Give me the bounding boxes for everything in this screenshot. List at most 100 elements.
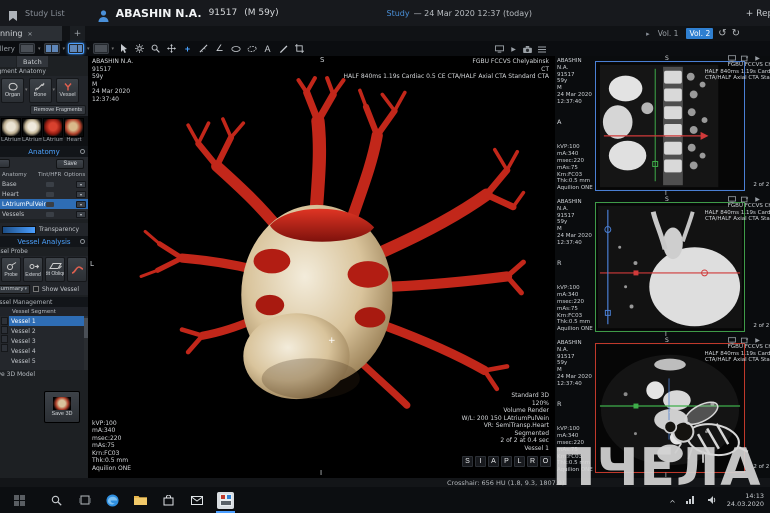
export-icon[interactable] bbox=[740, 336, 749, 344]
camera-icon[interactable] bbox=[523, 45, 532, 53]
vessel-segment-row[interactable]: Vessel 1 bbox=[9, 316, 84, 326]
vol-2-tab[interactable]: Vol. 2 bbox=[686, 28, 713, 39]
mail-icon[interactable] bbox=[189, 493, 204, 508]
dropdown-icon[interactable] bbox=[38, 46, 41, 52]
bone-button[interactable]: Bone bbox=[29, 78, 52, 103]
mpr-view-coronal[interactable]: ABASHIN N.A.9151759yM24 Mar 202012:37:40… bbox=[555, 197, 770, 337]
study-list-tab[interactable]: Study List bbox=[25, 9, 65, 18]
angle-tool-icon[interactable]: ∠ bbox=[213, 42, 226, 55]
transparency-slider[interactable] bbox=[2, 226, 36, 234]
pen-tool-icon[interactable] bbox=[277, 42, 290, 55]
redo-icon[interactable] bbox=[732, 28, 740, 39]
layout-1-plus-2-icon[interactable] bbox=[68, 43, 84, 54]
dropdown-icon[interactable] bbox=[87, 46, 90, 52]
active-app-icon[interactable] bbox=[217, 492, 234, 509]
anatomy-row[interactable]: Base bbox=[0, 179, 88, 189]
extend-button[interactable]: Extend bbox=[23, 257, 43, 282]
anatomy-row[interactable]: Vessels bbox=[0, 209, 88, 219]
crosshair-marker[interactable]: + bbox=[328, 336, 336, 346]
anatomy-aux-button[interactable] bbox=[0, 159, 10, 168]
vessel-segment-row[interactable]: Vessel 5 bbox=[9, 356, 84, 366]
file-explorer-icon[interactable] bbox=[133, 493, 148, 508]
options-dropdown-icon[interactable] bbox=[76, 211, 86, 218]
text-tool-icon[interactable]: A bbox=[261, 42, 274, 55]
tab-planning[interactable]: Planning bbox=[0, 26, 62, 41]
ellipse-tool-icon[interactable] bbox=[229, 42, 242, 55]
anatomy-row[interactable]: Heart bbox=[0, 189, 88, 199]
export-icon[interactable] bbox=[740, 195, 749, 203]
pan-tool-icon[interactable] bbox=[165, 42, 178, 55]
store-icon[interactable] bbox=[161, 493, 176, 508]
vessel-segment-row[interactable]: Vessel 2 bbox=[9, 326, 84, 336]
options-dropdown-icon[interactable] bbox=[76, 201, 86, 208]
anatomy-row[interactable]: LAtriumPulVein bbox=[0, 199, 88, 209]
vessel-button[interactable]: Vessel bbox=[56, 78, 79, 103]
vessel-segment-row[interactable]: Vessel 3 bbox=[9, 336, 84, 346]
layout-single-icon[interactable] bbox=[19, 43, 35, 54]
export-icon[interactable] bbox=[740, 54, 749, 62]
dropdown-icon[interactable] bbox=[25, 87, 28, 93]
ruler-tool-icon[interactable] bbox=[197, 42, 210, 55]
dropdown-icon[interactable] bbox=[112, 46, 115, 52]
report-button[interactable]: + Report bbox=[746, 9, 770, 19]
preset-thumbnail[interactable]: LAtriumPulV bbox=[22, 118, 42, 146]
search-icon[interactable] bbox=[49, 493, 64, 508]
screen-icon[interactable] bbox=[495, 45, 504, 53]
info-icon[interactable] bbox=[80, 239, 85, 244]
menu-icon[interactable] bbox=[537, 45, 546, 53]
options-dropdown-icon[interactable] bbox=[76, 191, 86, 198]
anatomy-save-button[interactable]: Save bbox=[56, 159, 84, 169]
render-settings-overlay[interactable]: Standard 3D120%Volume RenderW/L: 200 150… bbox=[462, 392, 549, 452]
remove-fragments-button[interactable]: Remove Fragments bbox=[30, 105, 86, 115]
play-icon[interactable]: ▶ bbox=[753, 195, 762, 203]
orientation-button[interactable]: P bbox=[501, 456, 512, 467]
mpr-view-sagittal[interactable]: ABASHIN N.A.9151759yM24 Mar 202012:37:40… bbox=[555, 56, 770, 196]
edit-oblique-button[interactable]: Edit Oblique bbox=[45, 257, 65, 282]
vol-1-tab[interactable]: Vol. 1 bbox=[655, 28, 682, 39]
summary-dropdown[interactable]: Summary bbox=[0, 285, 30, 294]
preset-thumbnail[interactable]: Heart bbox=[64, 118, 84, 146]
sidebar-tab-tools[interactable] bbox=[0, 56, 16, 67]
preset-thumbnail[interactable]: LAtriumPulV bbox=[1, 118, 21, 146]
save-3d-button[interactable]: Save 3D bbox=[44, 391, 80, 423]
preset-thumbnail[interactable]: LAtriumPulV bbox=[43, 118, 63, 146]
main-3d-viewport[interactable]: ABASHIN N.A.9151759yM24 Mar 202012:37:40… bbox=[88, 56, 555, 478]
orientation-button[interactable]: O bbox=[540, 456, 551, 467]
play-icon[interactable]: ▶ bbox=[509, 45, 518, 53]
orientation-button[interactable]: L bbox=[514, 456, 525, 467]
orientation-button[interactable]: R bbox=[527, 456, 538, 467]
new-tab-button[interactable]: + bbox=[70, 26, 85, 41]
edge-browser-icon[interactable] bbox=[105, 493, 120, 508]
layout-2x2-icon[interactable] bbox=[44, 43, 60, 54]
task-view-icon[interactable] bbox=[77, 493, 92, 508]
info-icon[interactable] bbox=[80, 149, 85, 154]
vessel-tool-button[interactable] bbox=[67, 257, 87, 282]
play-icon[interactable]: ▶ bbox=[753, 336, 762, 344]
close-tab-icon[interactable] bbox=[27, 29, 32, 38]
orientation-button[interactable]: I bbox=[475, 456, 486, 467]
start-button-icon[interactable] bbox=[12, 493, 27, 508]
undo-icon[interactable] bbox=[718, 28, 726, 39]
screen-icon[interactable] bbox=[727, 54, 736, 62]
dropdown-icon[interactable] bbox=[53, 87, 56, 93]
pointer-tool-icon[interactable] bbox=[117, 42, 130, 55]
options-dropdown-icon[interactable] bbox=[76, 181, 86, 188]
vessel-segment-row[interactable]: Vessel 4 bbox=[9, 346, 84, 356]
zoom-tool-icon[interactable] bbox=[149, 42, 162, 55]
dropdown-icon[interactable] bbox=[63, 46, 66, 52]
screen-icon[interactable] bbox=[727, 336, 736, 344]
layout-wide-icon[interactable] bbox=[93, 43, 109, 54]
lasso-tool-icon[interactable] bbox=[245, 42, 258, 55]
volume-prev-icon[interactable] bbox=[646, 29, 650, 38]
play-icon[interactable]: ▶ bbox=[753, 54, 762, 62]
orientation-button[interactable]: A bbox=[488, 456, 499, 467]
probe-button[interactable]: Probe bbox=[1, 257, 21, 282]
gear-tool-icon[interactable] bbox=[133, 42, 146, 55]
screen-icon[interactable] bbox=[727, 195, 736, 203]
vessel-list-tools[interactable] bbox=[0, 316, 9, 370]
study-label[interactable]: Study bbox=[387, 9, 410, 18]
show-vessel-checkbox[interactable] bbox=[33, 286, 39, 292]
crosshair-tool-icon[interactable]: + bbox=[181, 42, 194, 55]
crop-tool-icon[interactable] bbox=[293, 42, 306, 55]
organ-button[interactable]: Organ bbox=[1, 78, 24, 103]
